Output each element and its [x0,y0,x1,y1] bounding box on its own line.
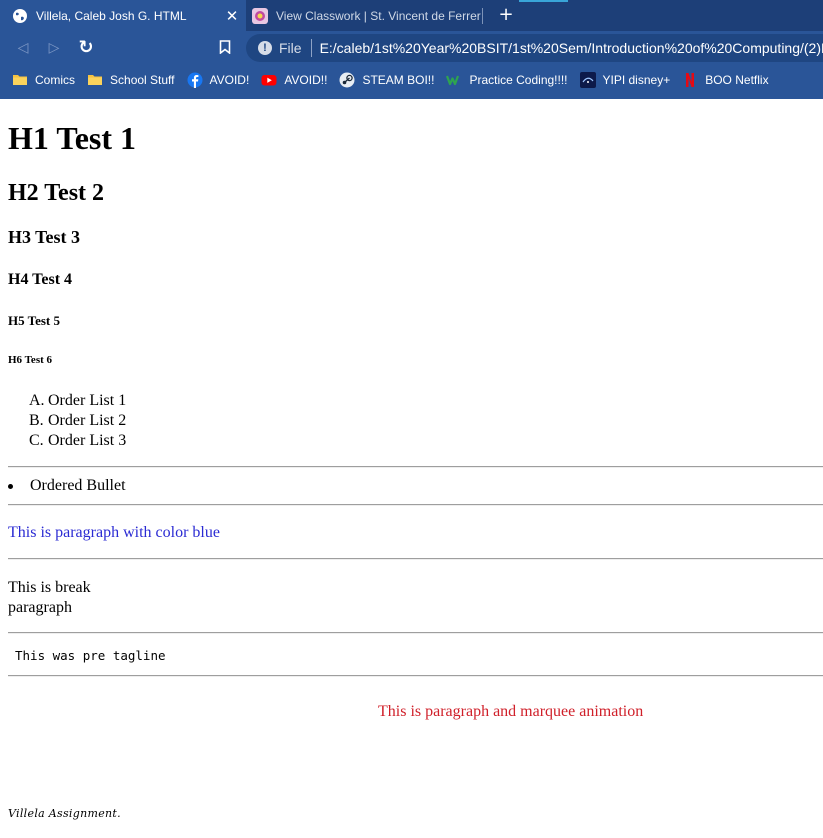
break-line-1: This is break [8,579,91,596]
facebook-icon [187,72,203,88]
horizontal-rule [8,466,823,468]
break-line-2: paragraph [8,599,72,616]
blue-paragraph: This is paragraph with color blue [8,524,220,541]
list-item: A. Order List 1 [29,391,126,411]
address-bar[interactable]: ! File E:/caleb/1st%20Year%20BSIT/1st%20… [246,34,823,62]
scheme-label: File [279,40,302,56]
tab-title: Villela, Caleb Josh G. HTML [36,8,187,23]
list-marker: C. [29,432,44,449]
heading-4: H4 Test 4 [8,271,73,288]
list-item-text: Order List 3 [48,432,127,449]
browser-chrome: Villela, Caleb Josh G. HTML ✕ View Class… [0,0,823,99]
bookmark-label: School Stuff [110,73,175,87]
tab-title: View Classwork | St. Vincent de Ferrer [276,8,481,23]
folder-icon [88,75,103,85]
tab-separator [482,8,483,24]
forward-button[interactable]: ▷ [44,38,64,58]
list-item-text: Order List 2 [48,412,127,429]
bookmark-comics[interactable]: Comics [12,72,75,88]
bookmark-school-stuff[interactable]: School Stuff [87,72,175,88]
tab-strip: Villela, Caleb Josh G. HTML ✕ View Class… [0,0,823,31]
heading-3: H3 Test 3 [8,227,81,247]
w-icon [446,75,460,86]
heading-1: H1 Test 1 [8,120,137,156]
horizontal-rule [8,558,823,560]
youtube-icon [261,75,277,86]
bookmark-label: YIPI disney+ [602,73,671,87]
bookmark-steam[interactable]: STEAM BOI!! [339,72,434,88]
bullet-icon [8,483,13,489]
back-button[interactable]: ◁ [13,38,33,58]
url-separator [310,39,312,57]
bookmark-disney-plus[interactable]: YIPI disney+ [579,72,671,88]
horizontal-rule [8,675,823,677]
bookmark-icon[interactable] [219,40,231,54]
ordered-list: A. Order List 1 B. Order List 2 C. Order… [29,391,126,451]
folder-icon [13,75,27,85]
bookmarks-bar: Comics School Stuff AVOID! AVOID!! STEAM… [0,65,823,95]
globe-icon [13,8,27,23]
bookmark-facebook[interactable]: AVOID! [187,72,250,88]
tab-indicator [519,0,568,2]
list-marker: B. [29,412,44,429]
steam-icon [339,72,355,88]
bookmark-netflix[interactable]: BOO Netflix [682,72,769,88]
bookmark-label: Comics [35,73,76,87]
netflix-icon [686,73,695,87]
classroom-icon [252,7,268,24]
horizontal-rule [8,632,823,634]
tab-villela-html[interactable]: Villela, Caleb Josh G. HTML ✕ [0,0,246,31]
heading-6: H6 Test 6 [8,354,53,366]
list-item: B. Order List 2 [29,411,126,431]
toolbar: ◁ ▷ ↻ ! File E:/caleb/1st%20Year%20BSIT/… [0,31,823,65]
heading-5: H5 Test 5 [8,313,61,328]
new-tab-button[interactable]: + [496,4,516,26]
url-text[interactable]: E:/caleb/1st%20Year%20BSIT/1st%20Sem/Int… [320,40,823,56]
horizontal-rule [8,504,823,506]
bookmark-youtube[interactable]: AVOID!! [261,72,327,88]
bookmark-label: AVOID! [209,73,250,87]
break-paragraph: This is break paragraph [8,578,91,618]
disney-icon [579,72,596,88]
reload-button[interactable]: ↻ [76,38,96,58]
list-item: C. Order List 3 [29,431,126,451]
bookmark-label: Practice Coding!!!! [469,73,568,87]
bullet-list-item: Ordered Bullet [8,477,126,495]
list-item-text: Order List 1 [48,392,127,409]
bookmark-label: BOO Netflix [705,73,769,87]
bookmark-label: AVOID!! [284,73,328,87]
marquee-text: This is paragraph and marquee animation [378,703,644,720]
info-icon[interactable]: ! [258,41,272,55]
bookmark-practice-coding[interactable]: Practice Coding!!!! [446,72,568,88]
list-marker: A. [29,392,45,409]
preformatted-text: This was pre tagline [15,648,166,663]
heading-2: H2 Test 2 [8,180,105,206]
tab-view-classwork[interactable]: View Classwork | St. Vincent de Ferrer [246,0,482,31]
bullet-text: Ordered Bullet [30,477,126,494]
signature: Villela Assignment. [8,807,121,820]
close-tab-icon[interactable]: ✕ [224,7,240,25]
bookmark-label: STEAM BOI!! [362,73,435,87]
